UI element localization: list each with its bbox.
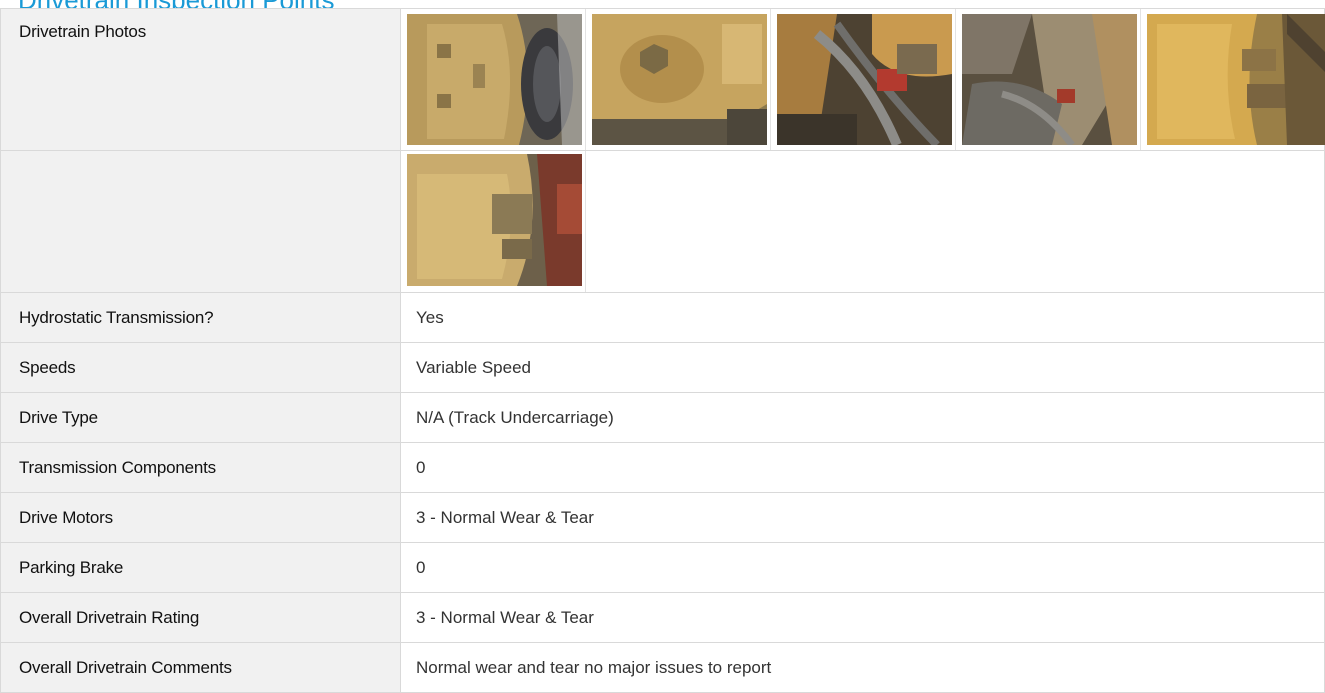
row-label: Parking Brake (0, 542, 401, 593)
drivetrain-photo-2[interactable] (592, 14, 767, 145)
row-label: Overall Drivetrain Rating (0, 592, 401, 643)
table-row: Overall Drivetrain Rating 3 - Normal Wea… (0, 592, 1325, 643)
table-row: Drive Motors 3 - Normal Wear & Tear (0, 492, 1325, 543)
photos-cell (400, 8, 1325, 151)
row-value: Normal wear and tear no major issues to … (400, 642, 1325, 693)
photos-cell-2 (400, 150, 1325, 293)
table-row: Parking Brake 0 (0, 542, 1325, 593)
row-label: Drive Motors (0, 492, 401, 543)
drivetrain-photo-5[interactable] (1147, 14, 1325, 145)
row-value: 0 (400, 542, 1325, 593)
table-row: Drive Type N/A (Track Undercarriage) (0, 392, 1325, 443)
drivetrain-photo-6[interactable] (407, 154, 582, 286)
table-row: Hydrostatic Transmission? Yes (0, 292, 1325, 343)
row-label: Transmission Components (0, 442, 401, 493)
row-value: 0 (400, 442, 1325, 493)
drivetrain-photo-4[interactable] (962, 14, 1137, 145)
row-label: Drive Type (0, 392, 401, 443)
table-row: Speeds Variable Speed (0, 342, 1325, 393)
row-label: Speeds (0, 342, 401, 393)
photos-row: Drivetrain Photos (0, 8, 1325, 151)
row-value: N/A (Track Undercarriage) (400, 392, 1325, 443)
row-value: 3 - Normal Wear & Tear (400, 592, 1325, 643)
photos-row-2 (0, 150, 1325, 293)
photos-label: Drivetrain Photos (0, 8, 401, 151)
table-row: Transmission Components 0 (0, 442, 1325, 493)
table-row: Overall Drivetrain Comments Normal wear … (0, 642, 1325, 693)
drivetrain-photo-1[interactable] (407, 14, 582, 145)
drivetrain-inspection-table: Drivetrain Photos Hydrostatic Transmissi… (0, 8, 1325, 693)
row-label: Overall Drivetrain Comments (0, 642, 401, 693)
drivetrain-photo-3[interactable] (777, 14, 952, 145)
row-value: Variable Speed (400, 342, 1325, 393)
row-value: 3 - Normal Wear & Tear (400, 492, 1325, 543)
photos-label-empty (0, 150, 401, 293)
row-value: Yes (400, 292, 1325, 343)
row-label: Hydrostatic Transmission? (0, 292, 401, 343)
